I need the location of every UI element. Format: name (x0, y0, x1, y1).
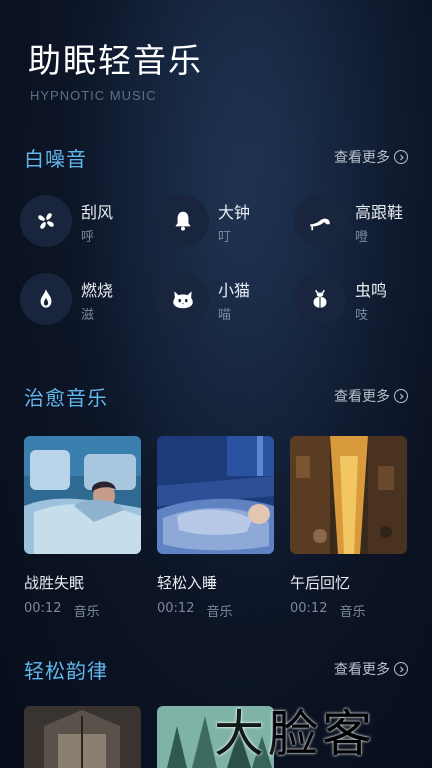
rhythm-card-image-room[interactable] (24, 706, 141, 768)
bell-icon (157, 195, 209, 247)
sound-sub: 噔 (355, 230, 369, 245)
cat-icon (157, 273, 209, 325)
sound-item-heels[interactable]: 高跟鞋 噔 (294, 195, 424, 251)
card-tag: 音乐 (73, 605, 100, 620)
card-meta: 00:12 音乐 (24, 601, 141, 620)
healing-title: 治愈音乐 (24, 385, 108, 410)
white-noise-header: 白噪音 查看更多 (24, 143, 408, 171)
white-noise-more-button[interactable]: 查看更多 (334, 147, 408, 167)
sound-sub: 滋 (81, 308, 95, 323)
sound-sub: 喵 (218, 308, 232, 323)
page-title: 助眠轻音乐 (28, 41, 203, 80)
watermark-logo: 大脸客 (214, 705, 376, 763)
chevron-right-icon (394, 389, 408, 403)
card-tag: 音乐 (206, 605, 233, 620)
sound-item-insect[interactable]: 虫鸣 吱 (294, 273, 424, 329)
card-meta: 00:12 音乐 (157, 601, 274, 620)
card-duration: 00:12 (290, 601, 328, 616)
sound-name: 虫鸣 (355, 281, 388, 300)
healing-more-button[interactable]: 查看更多 (334, 386, 408, 406)
card-tag: 音乐 (339, 605, 366, 620)
more-label: 查看更多 (334, 150, 390, 166)
sound-name: 燃烧 (81, 281, 114, 300)
sound-sub: 呼 (81, 230, 95, 245)
fan-icon (20, 195, 72, 247)
white-noise-title: 白噪音 (24, 146, 87, 171)
card-title: 午后回忆 (290, 574, 351, 592)
more-label: 查看更多 (334, 389, 390, 405)
sound-item-fire[interactable]: 燃烧 滋 (20, 273, 150, 329)
sound-item-clock[interactable]: 大钟 叮 (157, 195, 287, 251)
music-card[interactable]: 轻松入睡 00:12 音乐 (157, 436, 274, 620)
rhythm-title: 轻松韵律 (24, 658, 108, 683)
high-heel-icon (294, 195, 346, 247)
bug-icon (294, 273, 346, 325)
chevron-right-icon (394, 150, 408, 164)
sound-sub: 吱 (355, 308, 369, 323)
healing-header: 治愈音乐 查看更多 (24, 382, 408, 410)
card-duration: 00:12 (24, 601, 62, 616)
sound-sub: 叮 (218, 230, 232, 245)
music-card[interactable]: 战胜失眠 00:12 音乐 (24, 436, 141, 620)
sound-name: 大钟 (218, 203, 251, 222)
sound-item-wind[interactable]: 刮风 呼 (20, 195, 150, 251)
card-meta: 00:12 音乐 (290, 601, 407, 620)
more-label: 查看更多 (334, 662, 390, 678)
card-duration: 00:12 (157, 601, 195, 616)
sound-name: 小猫 (218, 281, 251, 300)
page-subtitle: HYPNOTIC MUSIC (30, 88, 157, 103)
card-image-bed (24, 436, 141, 554)
rhythm-header: 轻松韵律 查看更多 (24, 655, 408, 683)
card-image-alley (290, 436, 407, 554)
card-title: 战胜失眠 (24, 574, 85, 592)
sound-item-cat[interactable]: 小猫 喵 (157, 273, 287, 329)
rhythm-more-button[interactable]: 查看更多 (334, 659, 408, 679)
sound-name: 高跟鞋 (355, 203, 404, 222)
flame-icon (20, 273, 72, 325)
chevron-right-icon (394, 662, 408, 676)
music-card[interactable]: 午后回忆 00:12 音乐 (290, 436, 407, 620)
sound-name: 刮风 (81, 203, 114, 222)
card-title: 轻松入睡 (157, 574, 218, 592)
card-image-baby (157, 436, 274, 554)
